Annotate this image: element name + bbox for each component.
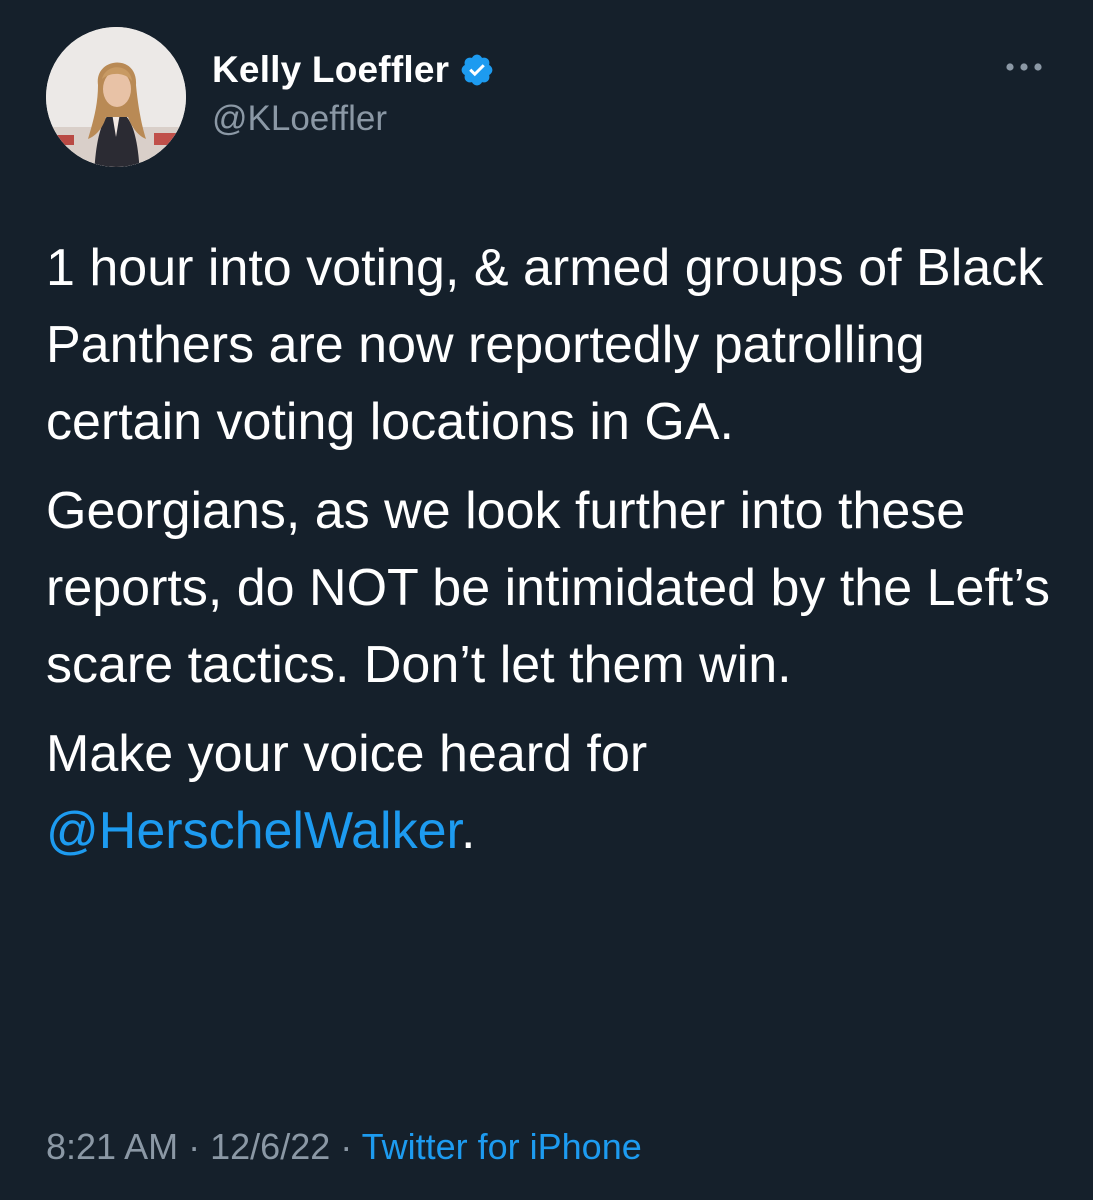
footer-separator: · <box>188 1126 201 1167</box>
tweet-source-link[interactable]: Twitter for iPhone <box>362 1126 642 1167</box>
author-names: Kelly Loeffler @KLoeffler <box>212 47 495 139</box>
profile-photo <box>46 27 186 167</box>
tweet-container: Kelly Loeffler @KLoeffler 1 hour into vo… <box>0 0 1093 1200</box>
tweet-paragraph-2: Georgians, as we look further into these… <box>46 482 1050 694</box>
author-handle[interactable]: @KLoeffler <box>212 99 495 139</box>
more-options-icon[interactable] <box>1002 59 1046 75</box>
mention-link[interactable]: @HerschelWalker <box>46 802 461 860</box>
verified-badge-icon <box>459 52 495 88</box>
tweet-text: 1 hour into voting, & armed groups of Bl… <box>46 230 1056 882</box>
tweet-footer: 8:21 AM · 12/6/22 · Twitter for iPhone <box>46 1126 642 1168</box>
tweet-paragraph-3-text: Make your voice heard for <box>46 725 648 783</box>
footer-separator: · <box>340 1126 353 1167</box>
tweet-time[interactable]: 8:21 AM <box>46 1126 178 1167</box>
tweet-paragraph-3-end: . <box>460 802 476 860</box>
tweet-date[interactable]: 12/6/22 <box>210 1126 330 1167</box>
display-name-row: Kelly Loeffler <box>212 47 495 93</box>
tweet-paragraph-1: 1 hour into voting, & armed groups of Bl… <box>46 239 1044 451</box>
tweet-header: Kelly Loeffler @KLoeffler <box>46 27 1046 167</box>
display-name[interactable]: Kelly Loeffler <box>212 49 449 91</box>
tweet-paragraph-3: Make your voice heard for @HerschelWalker… <box>46 716 1056 870</box>
avatar[interactable] <box>46 27 186 167</box>
